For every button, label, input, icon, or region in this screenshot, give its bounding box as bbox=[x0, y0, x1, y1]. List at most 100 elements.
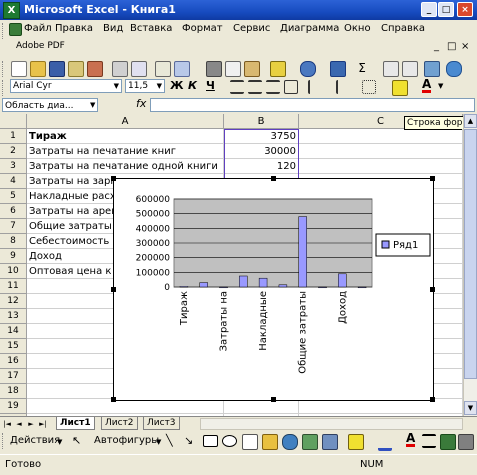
resize-handle-right[interactable] bbox=[430, 287, 435, 292]
sheet-tab-2[interactable]: Лист2 bbox=[101, 417, 138, 430]
resize-handle-top-left[interactable] bbox=[111, 176, 116, 181]
new-document-icon[interactable] bbox=[11, 61, 27, 77]
cell-b[interactable]: 3750 bbox=[224, 129, 299, 144]
formula-input[interactable] bbox=[150, 98, 475, 112]
permission-icon[interactable] bbox=[68, 61, 84, 77]
sort-ascending-icon[interactable] bbox=[383, 61, 399, 77]
open-folder-icon[interactable] bbox=[30, 61, 46, 77]
row-header[interactable]: 6 bbox=[0, 204, 27, 219]
bold-button[interactable]: Ж bbox=[170, 79, 183, 92]
font-size-select[interactable]: 11,5 ▼ bbox=[125, 79, 165, 93]
borders-icon[interactable] bbox=[362, 80, 376, 94]
resize-handle-bottom[interactable] bbox=[271, 397, 276, 402]
menu-format[interactable]: Формат bbox=[182, 23, 223, 34]
merge-center-icon[interactable] bbox=[284, 80, 298, 94]
horizontal-scrollbar[interactable] bbox=[200, 418, 463, 430]
email-icon[interactable] bbox=[87, 61, 103, 77]
chart-wizard-icon[interactable] bbox=[424, 61, 440, 77]
increase-indent-icon[interactable] bbox=[336, 80, 350, 94]
menu-view[interactable]: Вид bbox=[103, 23, 123, 34]
resize-handle-bottom-right[interactable] bbox=[430, 397, 435, 402]
save-icon[interactable] bbox=[49, 61, 65, 77]
scroll-up-arrow-icon[interactable]: ▲ bbox=[464, 114, 477, 128]
row-header[interactable]: 15 bbox=[0, 339, 27, 354]
select-pointer-icon[interactable]: ↖ bbox=[72, 434, 81, 447]
close-button[interactable]: × bbox=[457, 2, 473, 17]
font-color-button[interactable]: A bbox=[422, 78, 432, 93]
menu-chart[interactable]: Диаграмма bbox=[280, 23, 339, 34]
menu-help[interactable]: Справка bbox=[381, 23, 425, 34]
chevron-down-icon[interactable]: ▼ bbox=[90, 101, 95, 109]
decrease-indent-icon[interactable] bbox=[308, 80, 322, 94]
fill-color-icon[interactable] bbox=[392, 80, 408, 96]
row-header[interactable]: 3 bbox=[0, 159, 27, 174]
font-color-icon[interactable]: A bbox=[406, 432, 416, 447]
row-header[interactable]: 18 bbox=[0, 384, 27, 399]
vertical-scrollbar[interactable]: ▲ ▼ bbox=[463, 114, 477, 416]
row-header[interactable]: 11 bbox=[0, 279, 27, 294]
cell-c[interactable] bbox=[299, 144, 463, 159]
last-sheet-icon[interactable]: ►| bbox=[38, 419, 48, 429]
resize-handle-left[interactable] bbox=[111, 287, 116, 292]
menu-file[interactable]: Файл bbox=[24, 23, 52, 34]
scroll-down-arrow-icon[interactable]: ▼ bbox=[464, 401, 477, 415]
row-header[interactable]: 19 bbox=[0, 399, 27, 414]
actions-menu[interactable]: Действия bbox=[10, 435, 60, 446]
cell-b[interactable] bbox=[224, 399, 299, 414]
minimize-button[interactable]: _ bbox=[421, 2, 437, 17]
row-header[interactable]: 2 bbox=[0, 144, 27, 159]
row-header[interactable]: 5 bbox=[0, 189, 27, 204]
paste-icon[interactable] bbox=[244, 61, 260, 77]
underline-button[interactable]: Ч bbox=[206, 79, 215, 92]
cell-a[interactable] bbox=[27, 399, 224, 414]
row-header[interactable]: 7 bbox=[0, 219, 27, 234]
copy-icon[interactable] bbox=[225, 61, 241, 77]
cut-icon[interactable] bbox=[206, 61, 222, 77]
italic-button[interactable]: К bbox=[188, 79, 197, 92]
menu-adobe-pdf[interactable]: Adobe PDF bbox=[16, 41, 65, 51]
row-header[interactable]: 16 bbox=[0, 354, 27, 369]
arrow-icon[interactable]: ↘ bbox=[184, 434, 193, 447]
fx-icon[interactable]: fx bbox=[136, 97, 146, 110]
spelling-icon[interactable] bbox=[155, 61, 171, 77]
first-sheet-icon[interactable]: |◄ bbox=[2, 419, 12, 429]
cell-a[interactable]: Затраты на печатание одной книги bbox=[27, 159, 224, 174]
oval-icon[interactable] bbox=[222, 435, 237, 447]
row-header[interactable]: 12 bbox=[0, 294, 27, 309]
align-left-icon[interactable] bbox=[230, 80, 244, 94]
scroll-thumb[interactable] bbox=[464, 129, 477, 379]
shadow-icon[interactable] bbox=[440, 434, 456, 450]
sheet-tab-1[interactable]: Лист1 bbox=[56, 417, 95, 430]
row-header[interactable]: 8 bbox=[0, 234, 27, 249]
print-icon[interactable] bbox=[112, 61, 128, 77]
chevron-down-icon[interactable]: ▼ bbox=[438, 82, 443, 90]
column-header-a[interactable]: A bbox=[27, 114, 224, 129]
row-header[interactable]: 9 bbox=[0, 249, 27, 264]
cell-a[interactable]: Тираж bbox=[27, 129, 224, 144]
next-sheet-icon[interactable]: ► bbox=[26, 419, 36, 429]
cell-c[interactable] bbox=[299, 159, 463, 174]
cell-c[interactable] bbox=[299, 399, 463, 414]
menu-tools[interactable]: Сервис bbox=[233, 23, 270, 34]
row-header[interactable]: 4 bbox=[0, 174, 27, 189]
select-all-corner[interactable] bbox=[0, 114, 27, 129]
print-preview-icon[interactable] bbox=[131, 61, 147, 77]
resize-handle-top[interactable] bbox=[271, 176, 276, 181]
fill-color-icon[interactable] bbox=[348, 434, 364, 450]
chevron-down-icon[interactable]: ▼ bbox=[156, 438, 161, 446]
workbook-icon[interactable] bbox=[9, 23, 22, 36]
rectangle-icon[interactable] bbox=[203, 435, 218, 447]
prev-sheet-icon[interactable]: ◄ bbox=[14, 419, 24, 429]
wordart-icon[interactable] bbox=[262, 434, 278, 450]
diagram-icon[interactable] bbox=[282, 434, 298, 450]
column-header-b[interactable]: B bbox=[224, 114, 299, 129]
menu-window[interactable]: Окно bbox=[344, 23, 371, 34]
line-style-icon[interactable] bbox=[422, 434, 436, 448]
sort-descending-icon[interactable] bbox=[402, 61, 418, 77]
research-icon[interactable] bbox=[174, 61, 190, 77]
cell-a[interactable]: Затраты на печатание книг bbox=[27, 144, 224, 159]
maximize-button[interactable]: □ bbox=[438, 2, 454, 17]
autoshapes-menu[interactable]: Автофигуры bbox=[94, 435, 159, 446]
picture-icon[interactable] bbox=[322, 434, 338, 450]
doc-minimize-button[interactable]: _ bbox=[434, 41, 439, 52]
